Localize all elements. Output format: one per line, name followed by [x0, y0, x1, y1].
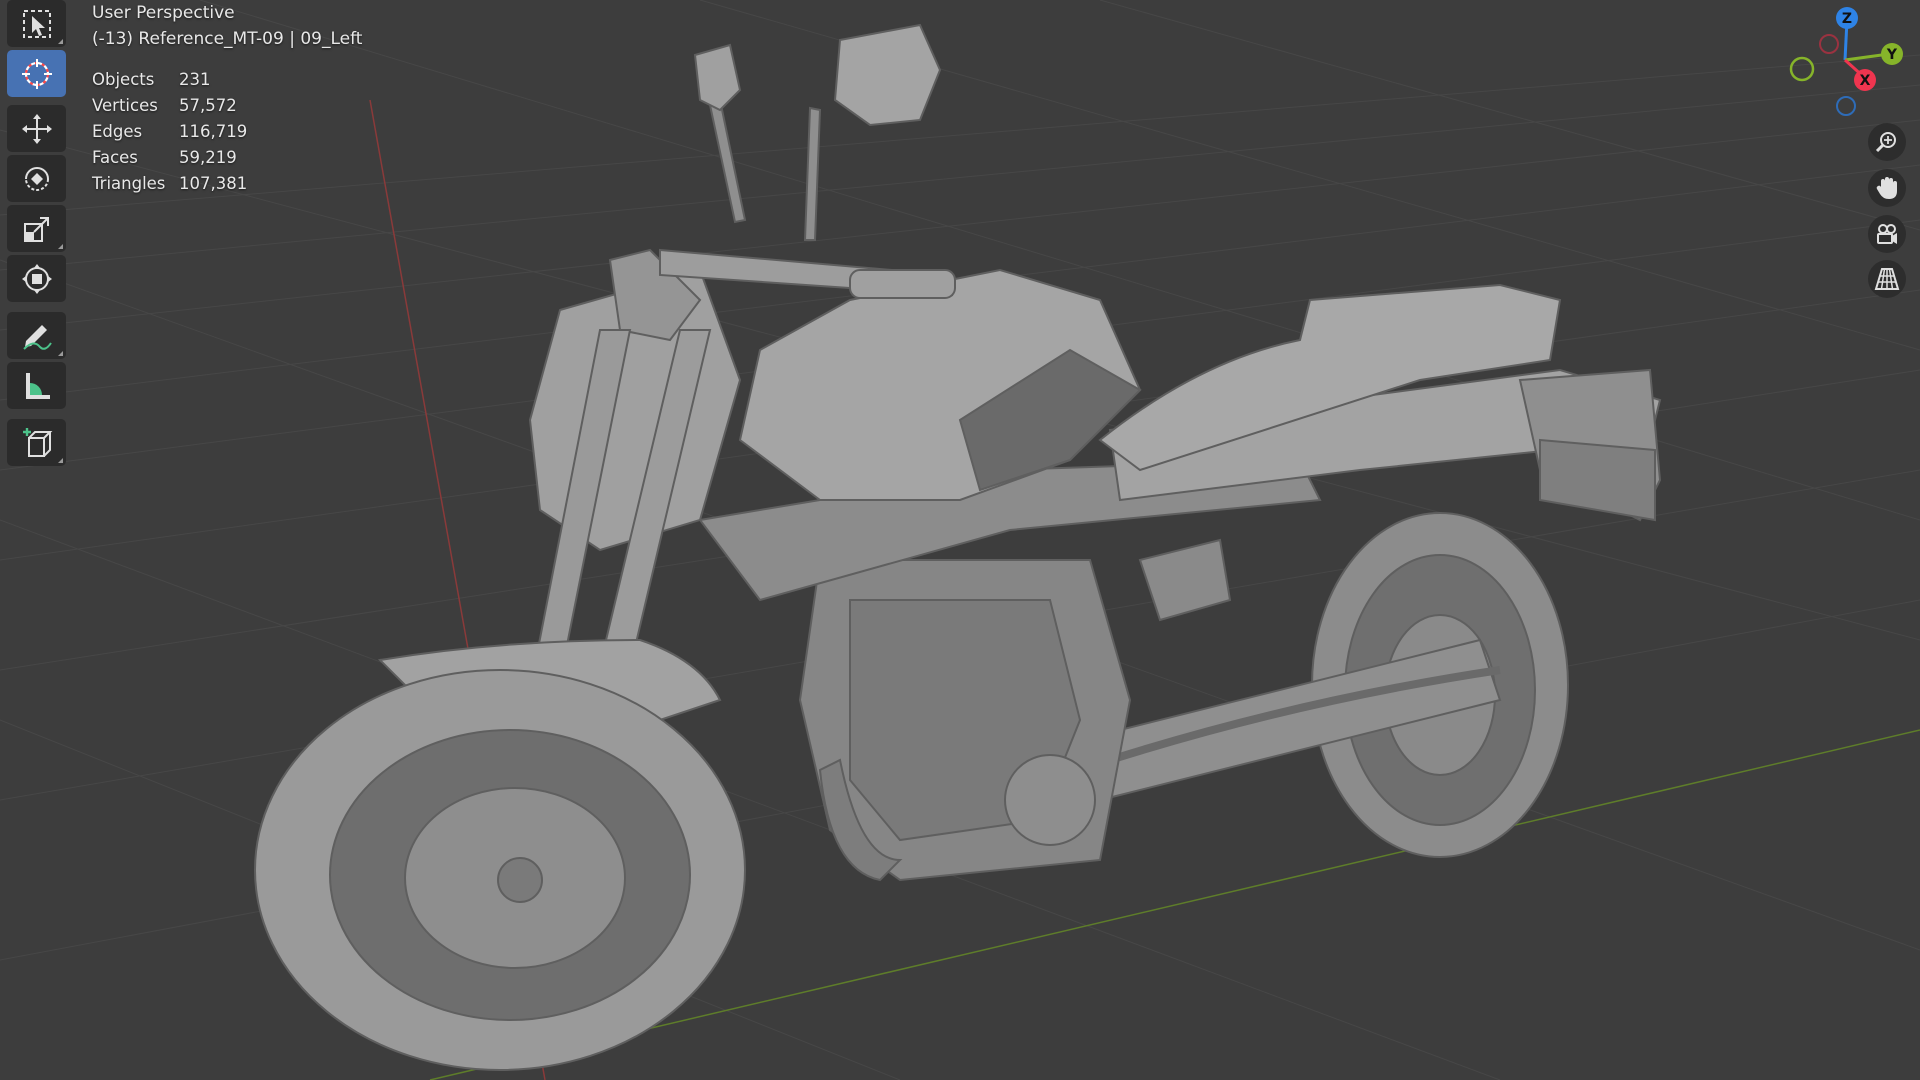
stat-triangles: Triangles 107,381: [92, 174, 248, 193]
camera-icon: [1877, 224, 1897, 244]
y-axis-label: Y: [1886, 47, 1898, 63]
3d-viewport[interactable]: User Perspective (-13) Reference_MT-09 |…: [0, 0, 1920, 1080]
annotate-tool[interactable]: [7, 312, 66, 359]
grid-icon: [1874, 268, 1900, 290]
cursor-icon: [21, 58, 52, 89]
x-axis-label: X: [1860, 73, 1871, 89]
collection-name: (-13) Reference_MT-09 | 09_Left: [92, 29, 363, 49]
viewport-info: User Perspective (-13) Reference_MT-09 |…: [92, 0, 362, 52]
rotate-tool[interactable]: [7, 155, 66, 202]
add-cube-icon: [22, 427, 52, 457]
camera-view-button[interactable]: [1868, 215, 1906, 253]
move-icon: [21, 113, 52, 144]
transform-icon: [21, 263, 52, 294]
scene-statistics: Objects 231 Vertices 57,572 Edges 116,719 F…: [92, 67, 247, 197]
neg-y-axis-ball[interactable]: [1789, 56, 1815, 82]
motorcycle-model: [254, 23, 1662, 1071]
select-box-icon: [22, 9, 51, 38]
z-axis-label: Z: [1842, 11, 1852, 27]
scale-icon: [23, 216, 49, 242]
zoom-button[interactable]: [1868, 123, 1906, 161]
annotate-icon: [22, 324, 52, 350]
rotate-icon: [24, 166, 49, 191]
perspective-toggle-button[interactable]: [1868, 260, 1906, 298]
move-tool[interactable]: [7, 105, 66, 152]
pan-button[interactable]: [1868, 169, 1906, 207]
stat-objects: Objects 231: [92, 70, 211, 89]
neg-x-axis-ball[interactable]: [1819, 34, 1839, 54]
transform-tool[interactable]: [7, 255, 66, 302]
add-cube-tool[interactable]: [7, 419, 66, 466]
hand-icon: [1876, 177, 1897, 199]
viewport-scene: [0, 0, 1920, 1080]
navigation-gizmo[interactable]: Z Y X: [1700, 0, 1920, 130]
view-name: User Perspective: [92, 3, 235, 23]
stat-vertices: Vertices 57,572: [92, 96, 237, 115]
stat-edges: Edges 116,719: [92, 122, 248, 141]
measure-tool[interactable]: [7, 362, 66, 409]
stat-faces: Faces 59,219: [92, 148, 237, 167]
scale-tool[interactable]: [7, 205, 66, 252]
measure-icon: [25, 372, 50, 399]
zoom-icon: [1875, 132, 1896, 153]
cursor-tool[interactable]: [7, 50, 66, 97]
select-box-tool[interactable]: [7, 0, 66, 47]
neg-z-axis-ball[interactable]: [1836, 96, 1856, 116]
